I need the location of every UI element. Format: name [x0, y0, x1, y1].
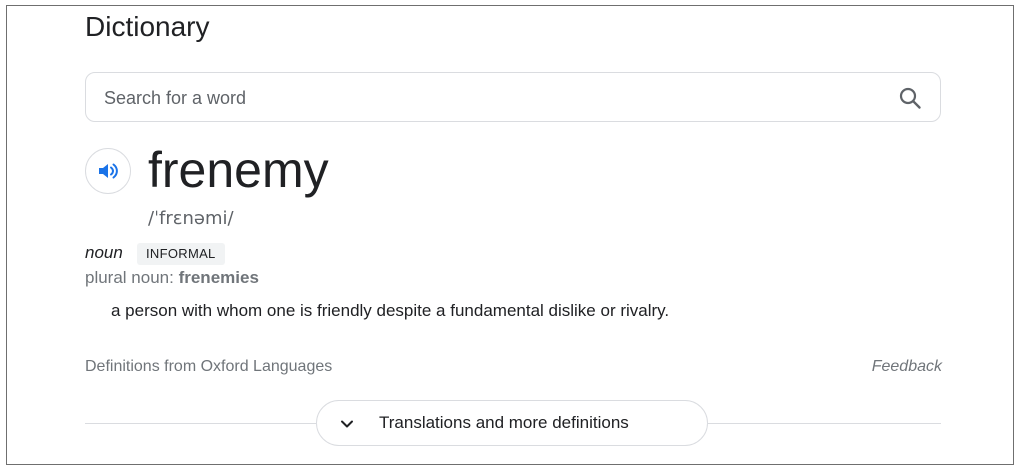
phonetic-spelling: /ˈfrɛnəmi/ — [148, 208, 234, 229]
speaker-icon — [99, 163, 118, 179]
divider-left — [85, 423, 316, 424]
definition-text: a person with whom one is friendly despi… — [111, 301, 670, 320]
search-input[interactable] — [104, 85, 864, 111]
pronunciation-button[interactable] — [85, 148, 131, 194]
definitions-source: Definitions from Oxford Languages — [85, 358, 333, 375]
feedback-link[interactable]: Feedback — [872, 358, 942, 376]
translations-more-button[interactable]: Translations and more definitions — [316, 400, 708, 446]
part-of-speech: noun — [85, 243, 123, 262]
divider-right — [708, 423, 941, 424]
chevron-down-icon — [341, 420, 353, 428]
plural-form: plural noun: frenemies — [85, 268, 259, 288]
search-icon[interactable] — [898, 86, 922, 110]
headword: frenemy — [148, 142, 329, 198]
search-box[interactable] — [85, 72, 941, 122]
translations-more-label: Translations and more definitions — [379, 413, 629, 432]
register-badge: INFORMAL — [137, 243, 225, 265]
dictionary-title: Dictionary — [85, 11, 210, 42]
plural-value: frenemies — [178, 268, 259, 287]
plural-label: plural noun: — [85, 268, 174, 287]
